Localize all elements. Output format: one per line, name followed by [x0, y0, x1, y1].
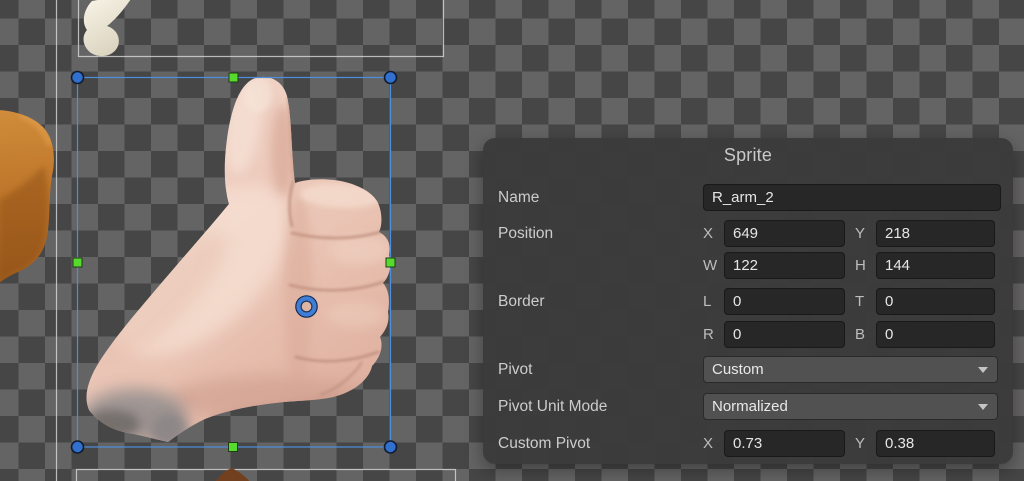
name-row: Name — [483, 184, 1013, 211]
pivot-dropdown[interactable]: Custom — [703, 356, 998, 383]
pivot-dropdown-value: Custom — [712, 361, 764, 378]
name-input[interactable] — [703, 184, 1001, 211]
selection-handle-left[interactable] — [73, 258, 82, 267]
custom-pivot-x-label: X — [703, 435, 717, 452]
position-row-wh: W H — [483, 252, 1013, 279]
position-y-label: Y — [855, 225, 869, 242]
pivot-label: Pivot — [498, 356, 532, 383]
pivot-unit-mode-label: Pivot Unit Mode — [498, 393, 607, 420]
selection-handle-bottom-left[interactable] — [72, 441, 84, 453]
bone-sprite[interactable] — [84, 0, 131, 56]
thumbs-up-sprite[interactable] — [60, 60, 410, 460]
selection-handle-bottom[interactable] — [229, 443, 238, 452]
position-w-input[interactable] — [724, 252, 845, 279]
custom-pivot-x-input[interactable] — [724, 430, 845, 457]
selection-handle-top-right[interactable] — [385, 72, 397, 84]
sprite-panel: Sprite Name Position X Y W H — [483, 138, 1013, 464]
position-x-input[interactable] — [724, 220, 845, 247]
selection-handle-right[interactable] — [386, 258, 395, 267]
custom-pivot-row: Custom Pivot X Y — [483, 430, 1013, 457]
border-row-rb: R B — [483, 321, 1013, 348]
sprite-editor-canvas: Sprite Name Position X Y W H — [0, 0, 1024, 481]
custom-pivot-label: Custom Pivot — [498, 430, 590, 457]
position-w-label: W — [703, 257, 717, 274]
custom-pivot-y-input[interactable] — [876, 430, 995, 457]
position-h-input[interactable] — [876, 252, 995, 279]
position-h-label: H — [855, 257, 869, 274]
selection-handle-top[interactable] — [229, 73, 238, 82]
selection-handle-bottom-right[interactable] — [385, 441, 397, 453]
name-label: Name — [498, 184, 539, 211]
custom-pivot-y-label: Y — [855, 435, 869, 452]
pivot-unit-mode-dropdown[interactable]: Normalized — [703, 393, 998, 420]
orange-sprite[interactable] — [0, 110, 54, 283]
position-x-label: X — [703, 225, 717, 242]
border-label: Border — [498, 288, 545, 315]
border-row-lt: Border L T — [483, 288, 1013, 315]
border-l-input[interactable] — [724, 288, 845, 315]
border-l-label: L — [703, 293, 717, 310]
position-y-input[interactable] — [876, 220, 995, 247]
border-r-input[interactable] — [724, 321, 845, 348]
border-b-input[interactable] — [876, 321, 995, 348]
pivot-unit-mode-row: Pivot Unit Mode Normalized — [483, 393, 1013, 420]
chevron-down-icon — [978, 367, 988, 373]
chevron-down-icon — [978, 404, 988, 410]
border-t-label: T — [855, 293, 869, 310]
panel-title: Sprite — [483, 145, 1013, 166]
selection-handle-top-left[interactable] — [72, 72, 84, 84]
border-r-label: R — [703, 326, 717, 343]
pivot-row: Pivot Custom — [483, 356, 1013, 383]
border-b-label: B — [855, 326, 869, 343]
border-t-input[interactable] — [876, 288, 995, 315]
position-label: Position — [498, 220, 553, 247]
pivot-unit-mode-dropdown-value: Normalized — [712, 398, 788, 415]
position-row-xy: Position X Y — [483, 220, 1013, 247]
